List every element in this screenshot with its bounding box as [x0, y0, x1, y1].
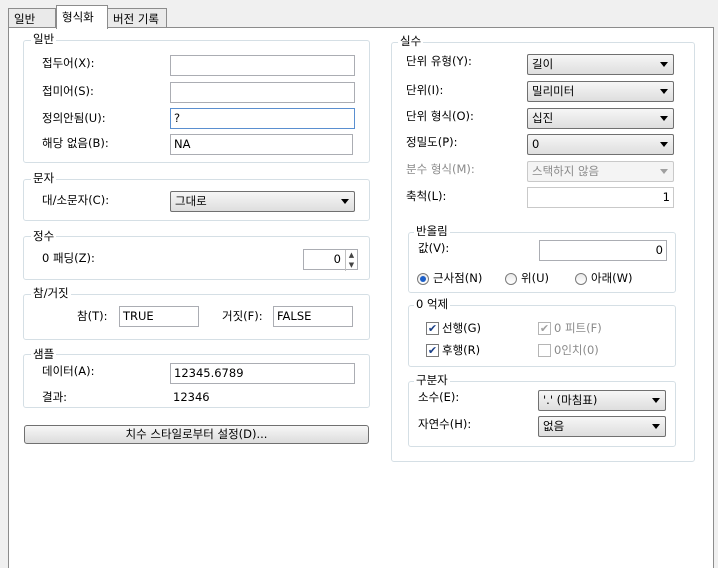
nearest-radio[interactable]: [417, 273, 429, 285]
prefix-input[interactable]: [170, 55, 355, 76]
zero-feet-checkbox: ✔: [538, 322, 551, 335]
case-dropdown[interactable]: 그대로: [170, 191, 355, 212]
spin-up-icon[interactable]: ▲: [346, 250, 357, 260]
chevron-down-icon: [660, 142, 668, 147]
chevron-down-icon: [660, 116, 668, 121]
integer-group-title: 정수: [31, 229, 57, 243]
real-group-title: 실수: [398, 34, 424, 48]
case-value: 그대로: [175, 194, 207, 208]
true-label: 참(T):: [77, 309, 108, 323]
unit-format-dropdown[interactable]: 십진: [527, 108, 674, 129]
unit-format-value: 십진: [532, 111, 554, 125]
decimal-separator-label: 소수(E):: [418, 390, 460, 404]
undefined-label: 정의안됨(U):: [42, 111, 106, 125]
nearest-label[interactable]: 근사점(N): [433, 271, 482, 285]
unit-format-label: 단위 형식(O):: [406, 109, 474, 123]
text-group-title: 문자: [31, 171, 57, 185]
precision-value: 0: [532, 137, 540, 151]
precision-dropdown[interactable]: 0: [527, 134, 674, 155]
chevron-down-icon: [660, 89, 668, 94]
formatting-panel: 일반 접두어(X): 접미어(S): 정의안됨(U): ? 해당 없음(B): …: [8, 27, 714, 568]
fraction-format-label: 분수 형식(M):: [406, 162, 475, 176]
zero-pad-label: 0 패딩(Z):: [42, 251, 95, 265]
spinner-arrows[interactable]: ▲ ▼: [345, 250, 357, 271]
result-value: 12346: [173, 390, 210, 404]
natural-separator-dropdown[interactable]: 없음: [538, 416, 666, 437]
zero-inches-label: 0인치(0): [554, 343, 599, 357]
data-input[interactable]: 12345.6789: [170, 363, 355, 384]
natural-separator-value: 없음: [543, 419, 565, 433]
round-up-label[interactable]: 위(U): [521, 271, 549, 285]
decimal-separator-dropdown[interactable]: '.' (마침표): [538, 390, 666, 411]
leading-zero-label[interactable]: 선행(G): [442, 321, 481, 335]
boolean-group-title: 참/거짓: [31, 286, 71, 300]
zero-pad-spinner[interactable]: 0 ▲ ▼: [303, 249, 358, 271]
unit-type-label: 단위 유형(Y):: [406, 54, 472, 68]
zero-inches-checkbox: [538, 344, 551, 357]
tab-general[interactable]: 일반: [8, 8, 56, 27]
case-label: 대/소문자(C):: [42, 193, 110, 207]
zero-pad-value: 0: [333, 252, 341, 266]
tab-label: 형식화: [62, 10, 94, 24]
chevron-down-icon: [341, 199, 349, 204]
round-down-label[interactable]: 아래(W): [591, 271, 633, 285]
rounding-group-title: 반올림: [414, 224, 450, 238]
zero-feet-label: 0 피트(F): [554, 321, 602, 335]
true-input[interactable]: TRUE: [119, 306, 199, 327]
unit-value: 밀리미터: [532, 84, 575, 98]
suffix-input[interactable]: [170, 82, 355, 103]
prefix-label: 접두어(X):: [42, 56, 95, 70]
result-label: 결과:: [42, 390, 68, 404]
rounding-value-input[interactable]: 0: [539, 240, 667, 261]
scale-label: 축척(L):: [406, 189, 447, 203]
unit-type-value: 길이: [532, 57, 554, 71]
separator-group-title: 구분자: [414, 373, 450, 387]
precision-label: 정밀도(P):: [406, 135, 458, 149]
unit-type-dropdown[interactable]: 길이: [527, 54, 674, 75]
na-label: 해당 없음(B):: [42, 136, 109, 150]
zero-suppression-group: [408, 305, 676, 367]
undefined-input[interactable]: ?: [170, 108, 355, 129]
false-label: 거짓(F):: [222, 309, 263, 323]
set-from-dimension-style-button[interactable]: 치수 스타일로부터 설정(D)...: [24, 425, 369, 444]
general-group-title: 일반: [31, 32, 57, 46]
round-down-radio[interactable]: [575, 273, 587, 285]
chevron-down-icon: [660, 169, 668, 174]
tab-label: 일반: [14, 12, 36, 26]
scale-input[interactable]: 1: [527, 187, 674, 208]
rounding-value-label: 값(V):: [418, 241, 450, 255]
fraction-format-dropdown: 스택하지 않음: [527, 161, 674, 182]
round-up-radio[interactable]: [505, 273, 517, 285]
sample-group-title: 샘플: [31, 347, 57, 361]
unit-label: 단위(I):: [406, 83, 444, 97]
decimal-separator-value: '.' (마침표): [543, 393, 598, 407]
chevron-down-icon: [652, 398, 660, 403]
tab-version-history[interactable]: 버전 기록: [107, 8, 167, 27]
suffix-label: 접미어(S):: [42, 84, 94, 98]
chevron-down-icon: [660, 62, 668, 67]
trailing-zero-label[interactable]: 후행(R): [442, 343, 480, 357]
data-label: 데이터(A):: [42, 364, 95, 378]
leading-zero-checkbox[interactable]: ✔: [426, 322, 439, 335]
unit-dropdown[interactable]: 밀리미터: [527, 81, 674, 102]
false-input[interactable]: FALSE: [273, 306, 353, 327]
tab-label: 버전 기록: [113, 12, 159, 26]
fraction-format-value: 스택하지 않음: [532, 164, 600, 178]
natural-separator-label: 자연수(H):: [418, 417, 472, 431]
trailing-zero-checkbox[interactable]: ✔: [426, 344, 439, 357]
chevron-down-icon: [652, 424, 660, 429]
na-input[interactable]: NA: [170, 134, 353, 155]
spin-down-icon[interactable]: ▼: [346, 260, 357, 270]
zero-suppression-title: 0 억제: [414, 297, 451, 311]
tab-formatting[interactable]: 형식화: [56, 5, 108, 29]
